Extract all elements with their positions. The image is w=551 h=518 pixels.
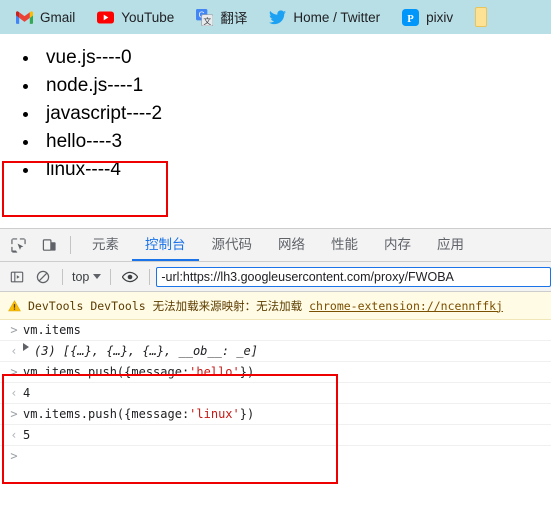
warning-source-link[interactable]: chrome-extension://ncennffkj xyxy=(309,299,503,313)
list-item: node.js----1 xyxy=(40,72,551,100)
google-translate-icon: G 文 xyxy=(196,8,214,26)
tab-sources[interactable]: 源代码 xyxy=(199,229,266,261)
chevron-down-icon xyxy=(93,274,102,279)
bookmark-item-partial[interactable] xyxy=(475,7,488,27)
live-expression-eye-icon[interactable] xyxy=(117,265,143,289)
bookmark-twitter[interactable]: Home / Twitter xyxy=(269,9,380,26)
execution-context-label: top xyxy=(72,269,90,284)
devtools-panel: 元素 控制台 源代码 网络 性能 内存 应用 top -url:https://… xyxy=(0,228,551,518)
console-result-object: (3) [{…}, {…}, {…}, __ob__: _e] xyxy=(34,344,258,358)
bookmark-label: 翻译 xyxy=(220,11,248,26)
rendered-item-list: vue.js----0 node.js----1 javascript----2… xyxy=(0,44,551,185)
filterbar-divider xyxy=(110,268,112,285)
console-sidebar-icon[interactable] xyxy=(4,265,30,289)
devtools-warning-message: DevTools DevTools 无法加载来源映射：无法加载 chrome-e… xyxy=(0,292,551,320)
clear-console-icon[interactable] xyxy=(30,265,56,289)
list-item: hello----3 xyxy=(40,128,551,156)
tab-network[interactable]: 网络 xyxy=(265,229,318,261)
svg-text:文: 文 xyxy=(204,15,212,25)
console-result-icon: ‹ xyxy=(10,386,18,400)
bookmark-label: pixiv xyxy=(426,9,454,25)
tab-application[interactable]: 应用 xyxy=(424,229,477,261)
console-code-fragment: vm.items.push({message:'hello'}) xyxy=(23,365,255,379)
tab-performance[interactable]: 性能 xyxy=(318,229,371,261)
bookmark-label: Home / Twitter xyxy=(293,9,381,25)
console-output[interactable]: > vm.items ‹ (3) [{…}, {…}, {…}, __ob__:… xyxy=(0,320,551,518)
inspect-element-icon[interactable] xyxy=(5,232,31,258)
filterbar-divider xyxy=(62,268,63,285)
console-prompt-icon: > xyxy=(10,449,18,463)
bookmark-pixiv[interactable]: P pixiv xyxy=(402,8,454,26)
device-toolbar-icon[interactable] xyxy=(36,232,62,258)
gmail-icon xyxy=(16,9,33,26)
console-result-icon: ‹ xyxy=(10,428,18,442)
page-viewport: vue.js----0 node.js----1 javascript----2… xyxy=(0,34,551,228)
console-result-row[interactable]: ‹ (3) [{…}, {…}, {…}, __ob__: _e] xyxy=(0,341,551,362)
list-item: vue.js----0 xyxy=(40,44,551,72)
pixiv-icon: P xyxy=(402,8,420,26)
svg-text:P: P xyxy=(407,13,414,24)
console-prompt-row[interactable]: > xyxy=(0,446,551,466)
console-input-row[interactable]: > vm.items xyxy=(0,320,551,341)
console-input-text: vm.items.push({message:'linux'}) xyxy=(23,406,254,422)
console-code-fragment: vm.items.push({message:'linux'}) xyxy=(23,407,255,421)
youtube-icon xyxy=(97,9,115,26)
warning-triangle-icon xyxy=(8,299,21,312)
console-input-text: vm.items.push({message:'hello'}) xyxy=(23,364,254,380)
bookmark-label: YouTube xyxy=(121,9,175,25)
console-prompt-icon: > xyxy=(10,407,18,421)
list-item: linux----4 xyxy=(40,156,551,184)
filterbar-divider xyxy=(149,268,151,285)
devtools-tabbar: 元素 控制台 源代码 网络 性能 内存 应用 xyxy=(0,229,551,262)
console-prompt-icon: > xyxy=(10,365,18,379)
console-filter-input[interactable] xyxy=(156,266,551,287)
console-result-row[interactable]: ‹ 4 xyxy=(0,383,551,404)
console-result-icon: ‹ xyxy=(10,344,18,358)
tab-memory[interactable]: 内存 xyxy=(371,229,424,261)
bookmark-translate[interactable]: G 文 翻译 xyxy=(196,7,247,27)
warning-text: DevTools xyxy=(28,298,91,313)
twitter-icon xyxy=(269,9,287,26)
expand-arrow-icon[interactable] xyxy=(23,343,29,351)
tab-elements[interactable]: 元素 xyxy=(79,229,132,261)
console-result-row[interactable]: ‹ 5 xyxy=(0,425,551,446)
console-result-value: 4 xyxy=(23,386,31,400)
console-input-text: vm.items xyxy=(23,323,81,337)
console-result-value: 5 xyxy=(23,428,31,442)
bookmark-youtube[interactable]: YouTube xyxy=(97,9,174,26)
list-item: javascript----2 xyxy=(40,100,551,128)
console-input-row[interactable]: > vm.items.push({message:'hello'}) xyxy=(0,362,551,383)
toolbar-divider xyxy=(70,236,71,254)
browser-window: Gmail YouTube G 文 翻译 xyxy=(0,0,551,518)
execution-context-selector[interactable]: top xyxy=(69,270,104,284)
bookmark-label: Gmail xyxy=(40,9,76,25)
console-input-row[interactable]: > vm.items.push({message:'linux'}) xyxy=(0,404,551,425)
console-filter-toolbar: top xyxy=(0,262,551,292)
bookmark-gmail[interactable]: Gmail xyxy=(16,9,75,26)
warning-message-body: DevTools 无法加载来源映射：无法加载 xyxy=(90,298,303,313)
tab-console[interactable]: 控制台 xyxy=(132,229,199,261)
console-prompt-icon: > xyxy=(10,323,18,337)
bookmark-bar: Gmail YouTube G 文 翻译 xyxy=(0,0,551,34)
